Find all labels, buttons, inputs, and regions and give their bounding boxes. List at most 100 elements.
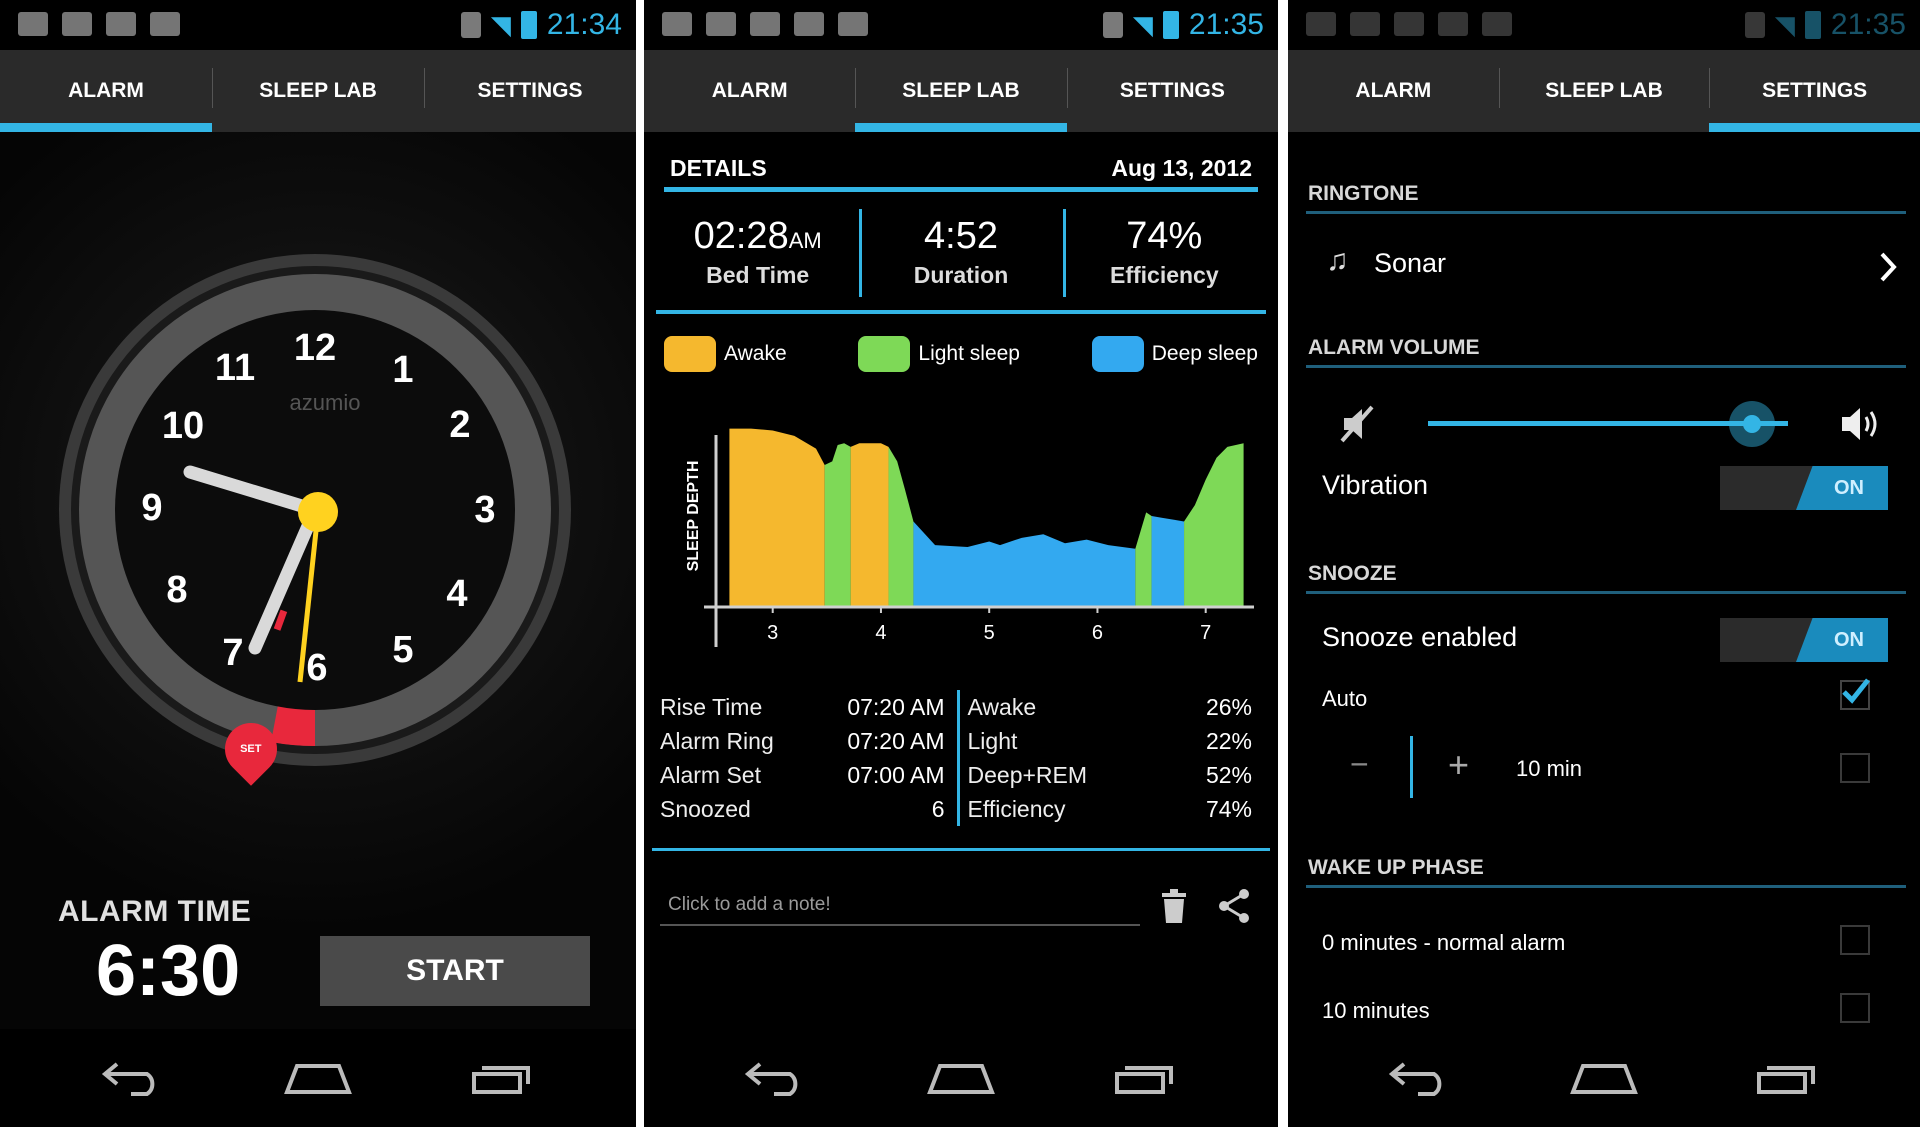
chevron-right-icon — [1880, 252, 1897, 282]
mute-icon[interactable] — [1338, 403, 1380, 445]
clock-number: 2 — [449, 404, 470, 446]
battery-icon — [520, 11, 537, 39]
tab-settings[interactable]: SETTINGS — [1709, 50, 1920, 132]
divider — [656, 310, 1266, 314]
android-icon — [1482, 12, 1512, 36]
tab-bar: ALARM SLEEP LAB SETTINGS — [1288, 50, 1920, 132]
rotate-icon — [1744, 12, 1765, 38]
sleep-depth-chart: 3 4 5 6 7 SLEEP DEPTH — [685, 428, 1254, 647]
info-label: Alarm Set — [660, 761, 761, 788]
ringtone-value: Sonar — [1374, 248, 1447, 278]
status-bar: ◥ 21:35 — [644, 0, 1278, 50]
tab-bar: ALARM SLEEP LAB SETTINGS — [0, 50, 636, 132]
plus-button[interactable]: + — [1448, 744, 1469, 786]
info-value: 6 — [931, 795, 945, 822]
info-value: 74% — [1205, 795, 1252, 822]
legend-swatch — [858, 336, 911, 372]
volume-slider-thumb[interactable] — [1729, 401, 1775, 447]
tab-alarm[interactable]: ALARM — [1288, 50, 1499, 132]
x-tick-label: 3 — [767, 622, 778, 644]
legend-label: Deep sleep — [1151, 342, 1258, 365]
back-icon[interactable] — [736, 1053, 816, 1103]
ringtone-row[interactable]: ♫ Sonar — [1288, 232, 1920, 302]
back-icon[interactable] — [93, 1053, 173, 1103]
stepper-divider — [1410, 736, 1413, 798]
alarm-clock-dial[interactable]: azumio 12 1 2 3 4 5 6 7 8 9 10 11 SET — [55, 250, 575, 786]
snooze-header: SNOOZE — [1306, 556, 1906, 594]
toggle-state: ON — [1796, 618, 1888, 662]
start-button[interactable]: START — [320, 936, 590, 1006]
tab-sleep-lab[interactable]: SLEEP LAB — [855, 50, 1067, 132]
tab-sleep-lab[interactable]: SLEEP LAB — [212, 50, 424, 132]
gmail-icon — [1350, 12, 1380, 36]
nav-bar — [1288, 1029, 1920, 1127]
stat-duration: 4:52 Duration — [859, 205, 1062, 305]
gallery-icon — [794, 12, 824, 36]
wifi-icon: ◥ — [1132, 9, 1153, 40]
info-label: Efficiency — [967, 795, 1066, 822]
divider — [652, 848, 1270, 851]
wake-option-checkbox[interactable] — [1840, 993, 1870, 1023]
status-time: 21:34 — [546, 8, 622, 41]
snooze-enabled-label: Snooze enabled — [1322, 622, 1518, 652]
home-icon[interactable] — [921, 1053, 1001, 1103]
gmail-icon — [1394, 12, 1424, 36]
stats-row: 02:28AM Bed Time 4:52 Duration 74% Effic… — [656, 205, 1266, 305]
info-value: 22% — [1205, 727, 1252, 754]
y-axis-label: SLEEP DEPTH — [685, 461, 702, 572]
sleep-lab-screen: ◥ 21:35 ALARM SLEEP LAB SETTINGS DETAILS… — [644, 0, 1278, 1127]
home-icon[interactable] — [278, 1053, 358, 1103]
tab-settings[interactable]: SETTINGS — [424, 50, 636, 132]
info-value: 07:20 AM — [847, 727, 945, 754]
recent-apps-icon[interactable] — [1106, 1053, 1186, 1103]
clock-number: 5 — [392, 629, 413, 671]
sleep-segment-light-sleep — [888, 446, 914, 607]
snooze-duration-checkbox[interactable] — [1840, 753, 1870, 783]
auto-checkbox[interactable] — [1840, 678, 1870, 710]
android-icon — [150, 12, 180, 36]
info-row: Awake 26% — [968, 690, 1265, 724]
info-row: Snoozed 6 — [660, 792, 957, 826]
ringtone-header: RINGTONE — [1306, 176, 1906, 214]
recent-apps-icon[interactable] — [1748, 1053, 1828, 1103]
tab-alarm[interactable]: ALARM — [644, 50, 855, 132]
set-label: SET — [240, 743, 262, 755]
back-icon[interactable] — [1380, 1053, 1460, 1103]
details-header: DETAILS Aug 13, 2012 — [664, 150, 1258, 192]
minus-button[interactable]: − — [1350, 746, 1369, 783]
toggle-state: ON — [1796, 466, 1888, 510]
note-input[interactable] — [660, 886, 1140, 926]
info-row: Efficiency 74% — [968, 792, 1265, 826]
volume-icon[interactable] — [1838, 403, 1882, 445]
status-time: 21:35 — [1830, 8, 1906, 41]
wake-option[interactable]: 0 minutes - normal alarm — [1322, 930, 1565, 956]
vibration-toggle[interactable]: ON — [1720, 466, 1888, 510]
clock-center — [298, 492, 338, 532]
status-bar: ◥ 21:35 — [1288, 0, 1920, 50]
x-tick-label: 4 — [875, 622, 886, 644]
clock-number: 9 — [141, 487, 162, 529]
gmail-icon — [62, 12, 92, 36]
wake-option-checkbox[interactable] — [1840, 925, 1870, 955]
details-date: Aug 13, 2012 — [1111, 155, 1252, 181]
clock-number: 7 — [222, 632, 243, 674]
info-row: Alarm Ring 07:20 AM — [660, 724, 957, 758]
home-icon[interactable] — [1564, 1053, 1644, 1103]
trash-icon[interactable] — [1154, 884, 1194, 928]
clock-number: 12 — [294, 327, 336, 369]
clock-number: 4 — [446, 573, 467, 615]
android-icon — [838, 12, 868, 36]
wifi-icon: ◥ — [1774, 9, 1795, 40]
tab-settings[interactable]: SETTINGS — [1066, 50, 1278, 132]
nav-bar — [644, 1029, 1278, 1127]
wake-option[interactable]: 10 minutes — [1322, 998, 1430, 1024]
legend-item-light-sleep: Light sleep — [858, 336, 1020, 372]
brand-label: azumio — [290, 390, 361, 415]
info-value: 26% — [1205, 693, 1252, 720]
tab-alarm[interactable]: ALARM — [0, 50, 212, 132]
share-icon[interactable] — [1212, 884, 1256, 928]
tab-sleep-lab[interactable]: SLEEP LAB — [1498, 50, 1710, 132]
snooze-toggle[interactable]: ON — [1720, 618, 1888, 662]
recent-apps-icon[interactable] — [463, 1053, 543, 1103]
info-label: Snoozed — [660, 795, 751, 822]
